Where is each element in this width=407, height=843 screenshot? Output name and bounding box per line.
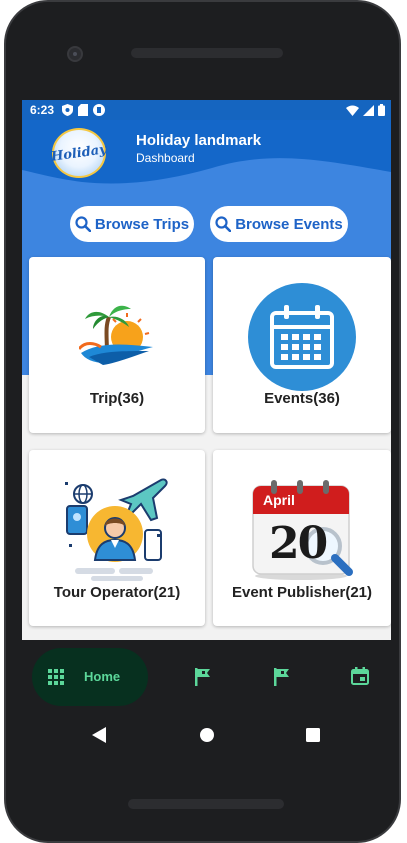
holiday-logo: Holiday <box>50 128 108 178</box>
event-publisher-card[interactable]: April 20 Event Publisher(21) <box>213 450 391 626</box>
events-card-label: Events(36) <box>264 390 340 407</box>
trip-card-label: Trip(36) <box>89 390 145 407</box>
status-time: 6:23 <box>30 103 55 117</box>
calendar-april-search-icon: April 20 <box>249 476 355 580</box>
bottom-speaker <box>128 799 284 809</box>
earpiece-speaker <box>131 48 283 58</box>
status-bar: 6:23 <box>22 100 391 120</box>
phone-frame: 6:23 Holiday Holiday landmark Dashboard <box>4 0 401 843</box>
tour-operator-icon <box>65 478 168 581</box>
app-title: Holiday landmark <box>136 132 262 149</box>
battery-icon <box>378 104 385 116</box>
app-notification-icon <box>93 104 106 116</box>
back-icon[interactable] <box>92 727 106 743</box>
system-navigation-bar <box>6 710 399 760</box>
signal-icon <box>363 104 374 116</box>
event-icon[interactable] <box>351 667 369 685</box>
calendar-day: 20 <box>269 518 328 569</box>
logo-text: Holiday <box>50 141 108 165</box>
bottom-navigation: Home <box>24 642 389 710</box>
flag-icon[interactable] <box>195 668 211 686</box>
event-publisher-card-label: Event Publisher(21) <box>231 584 373 601</box>
app-header: Holiday Holiday landmark Dashboard <box>22 120 391 192</box>
status-notification-icons <box>62 104 106 116</box>
front-camera <box>67 46 83 62</box>
recents-square-icon[interactable] <box>306 728 320 742</box>
nav-home-label: Home <box>84 669 121 684</box>
browse-trips-label: Browse Trips <box>94 215 190 233</box>
tour-operator-card-label: Tour Operator(21) <box>53 584 181 601</box>
search-icon <box>75 216 91 232</box>
home-circle-icon[interactable] <box>200 728 214 742</box>
trip-card[interactable]: Trip(36) <box>29 257 205 433</box>
app-subtitle: Dashboard <box>136 151 195 165</box>
beach-palm-icon <box>79 305 153 365</box>
events-card[interactable]: Events(36) <box>213 257 391 433</box>
wifi-icon <box>346 105 359 116</box>
sd-card-icon <box>78 104 89 116</box>
browse-events-label: Browse Events <box>235 215 343 233</box>
browse-trips-button[interactable]: Browse Trips <box>70 206 194 242</box>
status-system-icons <box>346 104 385 116</box>
grid-icon <box>48 669 64 685</box>
calendar-month: April <box>263 492 295 508</box>
app-screen: 6:23 Holiday Holiday landmark Dashboard <box>22 100 391 640</box>
shield-icon <box>62 104 74 116</box>
tour-operator-card[interactable]: Tour Operator(21) <box>29 450 205 626</box>
search-icon <box>215 216 232 232</box>
calendar-icon <box>248 283 356 391</box>
browse-events-button[interactable]: Browse Events <box>210 206 348 242</box>
nav-home[interactable]: Home <box>32 648 148 706</box>
flag-icon[interactable] <box>274 668 290 686</box>
